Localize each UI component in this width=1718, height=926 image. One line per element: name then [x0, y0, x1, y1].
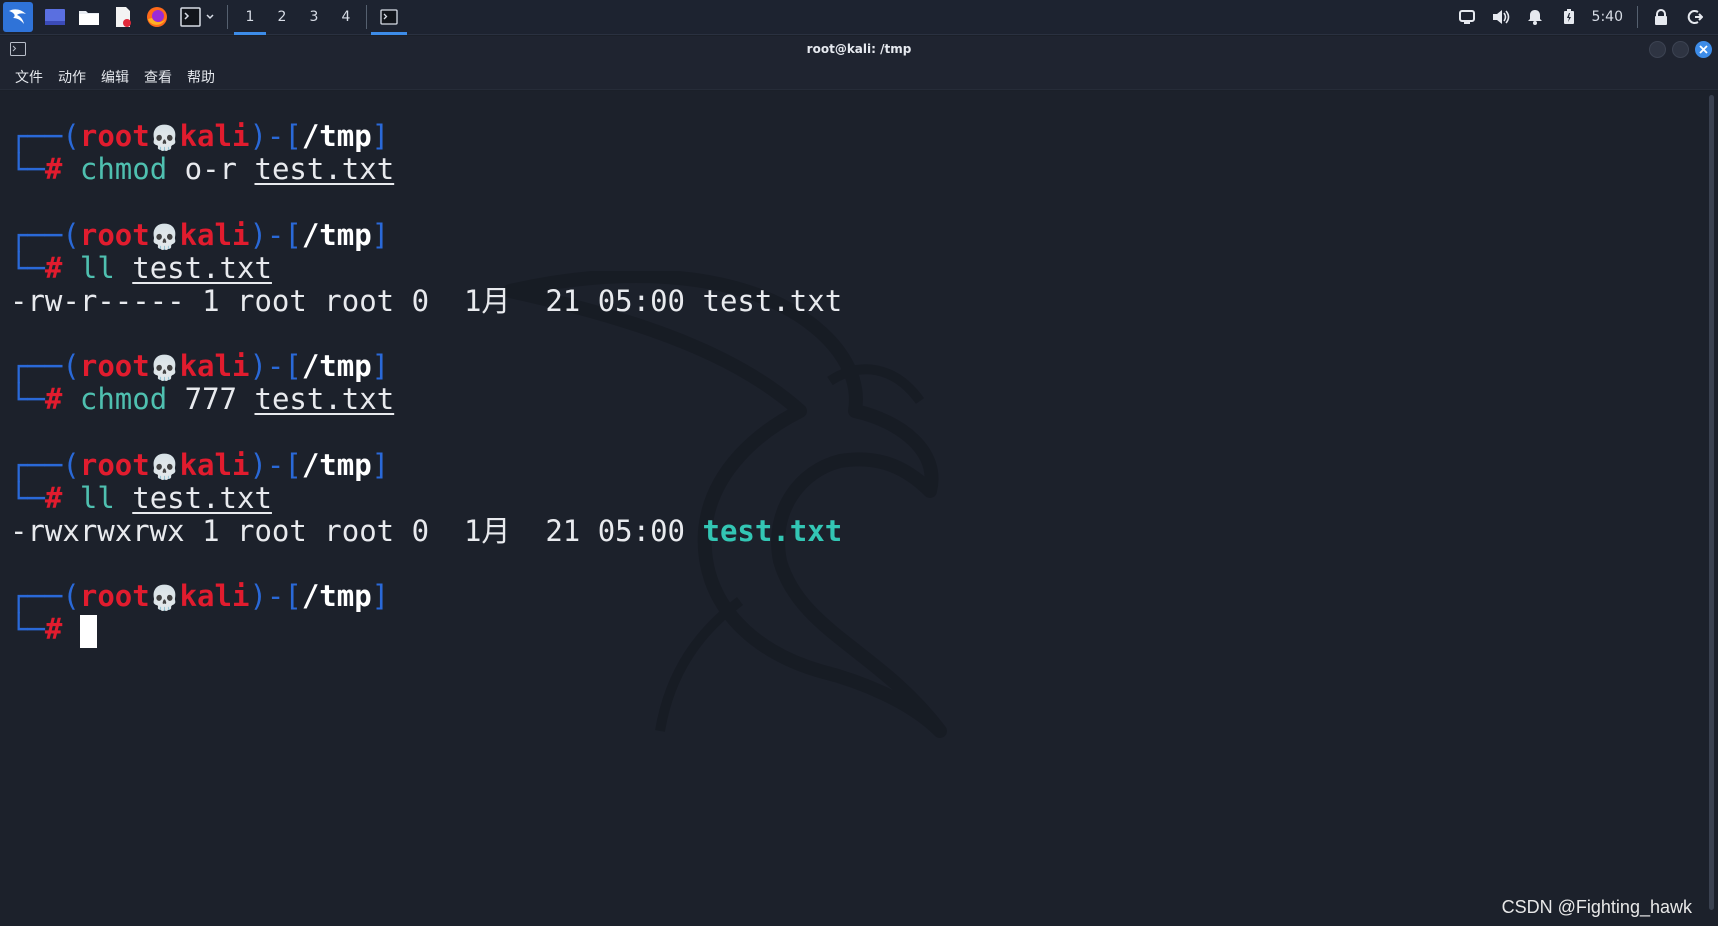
output-metadata: 1 root root 0 1月 21 05:00	[184, 284, 703, 318]
panel-clock[interactable]: 5:40	[1592, 9, 1623, 25]
menu-edit[interactable]: 编辑	[101, 67, 129, 87]
prompt-user: root	[79, 448, 150, 482]
panel-separator	[366, 5, 367, 29]
command-file: test.txt	[254, 382, 395, 416]
prompt-symbol: #	[44, 481, 63, 515]
menu-file[interactable]: 文件	[15, 67, 43, 87]
menu-bar: 文件 动作 编辑 查看 帮助	[0, 64, 1718, 90]
prompt-dir: /tmp	[301, 349, 372, 383]
output-metadata: 1 root root 0 1月 21 05:00	[184, 514, 703, 548]
show-desktop-icon[interactable]	[43, 5, 67, 29]
prompt-line: ┌──(root💀kali)-[/tmp]	[10, 579, 390, 613]
skull-icon: 💀	[149, 354, 180, 382]
prompt-line: ┌──(root💀kali)-[/tmp]	[10, 448, 390, 482]
skull-icon: 💀	[149, 584, 180, 612]
prompt-user: root	[79, 579, 150, 613]
prompt-dir: /tmp	[301, 218, 372, 252]
notifications-bell-icon[interactable]	[1523, 5, 1547, 29]
command-line: └─# chmod 777 test.txt	[10, 382, 395, 416]
file-manager-icon[interactable]	[77, 5, 101, 29]
battery-icon[interactable]	[1557, 5, 1581, 29]
output-filename: test.txt	[702, 514, 843, 548]
command-line: └─# chmod o-r test.txt	[10, 152, 395, 186]
command-file: test.txt	[132, 481, 272, 515]
close-button[interactable]	[1695, 41, 1712, 58]
logout-icon[interactable]	[1683, 5, 1707, 29]
skull-icon: 💀	[149, 453, 180, 481]
prompt-line: ┌──(root💀kali)-[/tmp]	[10, 119, 390, 153]
display-icon[interactable]	[1455, 5, 1479, 29]
close-icon	[1699, 45, 1708, 54]
firefox-icon[interactable]	[145, 5, 169, 29]
command-input-line[interactable]: └─#	[10, 611, 97, 648]
prompt-symbol: #	[44, 612, 63, 646]
kali-menu-button[interactable]	[3, 2, 33, 32]
workspace-1[interactable]: 1	[234, 0, 266, 35]
command-file: test.txt	[132, 251, 272, 285]
prompt-host: kali	[179, 448, 250, 482]
maximize-button[interactable]	[1672, 41, 1689, 58]
prompt-user: root	[79, 349, 150, 383]
prompt-symbol: #	[44, 382, 63, 416]
workspace-4[interactable]: 4	[330, 0, 362, 35]
command-line: └─# ll test.txt	[10, 251, 272, 285]
terminal-output-area[interactable]: ┌──(root💀kali)-[/tmp] └─# chmod o-r test…	[0, 91, 1706, 926]
command-name: ll	[79, 481, 115, 515]
command-name: chmod	[79, 152, 168, 186]
top-panel: 1 2 3 4 5:40	[0, 0, 1718, 35]
prompt-symbol: #	[44, 152, 63, 186]
menu-help[interactable]: 帮助	[187, 67, 215, 87]
panel-separator	[1637, 6, 1638, 28]
command-arg: 777	[184, 382, 238, 416]
terminal-scrollbar[interactable]	[1706, 91, 1718, 926]
menu-actions[interactable]: 动作	[58, 67, 86, 87]
prompt-dir: /tmp	[301, 119, 372, 153]
command-name: ll	[79, 251, 115, 285]
command-name: chmod	[79, 382, 168, 416]
command-line: └─# ll test.txt	[10, 481, 272, 515]
terminal-window-icon	[380, 9, 398, 25]
csdn-watermark: CSDN @Fighting_hawk	[1501, 897, 1692, 917]
lock-screen-icon[interactable]	[1649, 5, 1673, 29]
menu-view[interactable]: 查看	[144, 67, 172, 87]
scrollbar-thumb[interactable]	[1709, 95, 1714, 910]
prompt-host: kali	[179, 349, 250, 383]
prompt-dir: /tmp	[301, 579, 372, 613]
command-arg: o-r	[184, 152, 238, 186]
taskbar-terminal-window[interactable]	[371, 0, 407, 35]
output-line: -rwxrwxrwx 1 root root 0 1月 21 05:00 tes…	[10, 513, 842, 549]
output-permissions: -rwxrwxrwx	[10, 514, 185, 548]
prompt-user: root	[79, 218, 150, 252]
prompt-host: kali	[179, 579, 250, 613]
prompt-dir: /tmp	[301, 448, 372, 482]
panel-separator	[227, 5, 228, 29]
prompt-host: kali	[179, 218, 250, 252]
prompt-line: ┌──(root💀kali)-[/tmp]	[10, 349, 390, 383]
window-title: root@kali: /tmp	[806, 42, 912, 56]
output-permissions: -rw-r-----	[10, 284, 185, 318]
minimize-button[interactable]	[1649, 41, 1666, 58]
text-cursor	[79, 614, 97, 648]
output-filename: test.txt	[702, 284, 843, 318]
prompt-line: ┌──(root💀kali)-[/tmp]	[10, 218, 390, 252]
command-file: test.txt	[254, 152, 395, 186]
window-titlebar[interactable]: root@kali: /tmp	[0, 36, 1718, 64]
skull-icon: 💀	[149, 223, 180, 251]
text-editor-icon[interactable]	[111, 5, 135, 29]
volume-icon[interactable]	[1489, 5, 1513, 29]
output-line: -rw-r----- 1 root root 0 1月 21 05:00 tes…	[10, 283, 842, 319]
skull-icon: 💀	[149, 124, 180, 152]
prompt-host: kali	[179, 119, 250, 153]
prompt-user: root	[79, 119, 150, 153]
workspace-2[interactable]: 2	[266, 0, 298, 35]
terminal-launcher-icon[interactable]	[179, 5, 217, 29]
workspace-3[interactable]: 3	[298, 0, 330, 35]
prompt-symbol: #	[44, 251, 63, 285]
kali-logo-icon	[9, 9, 26, 24]
